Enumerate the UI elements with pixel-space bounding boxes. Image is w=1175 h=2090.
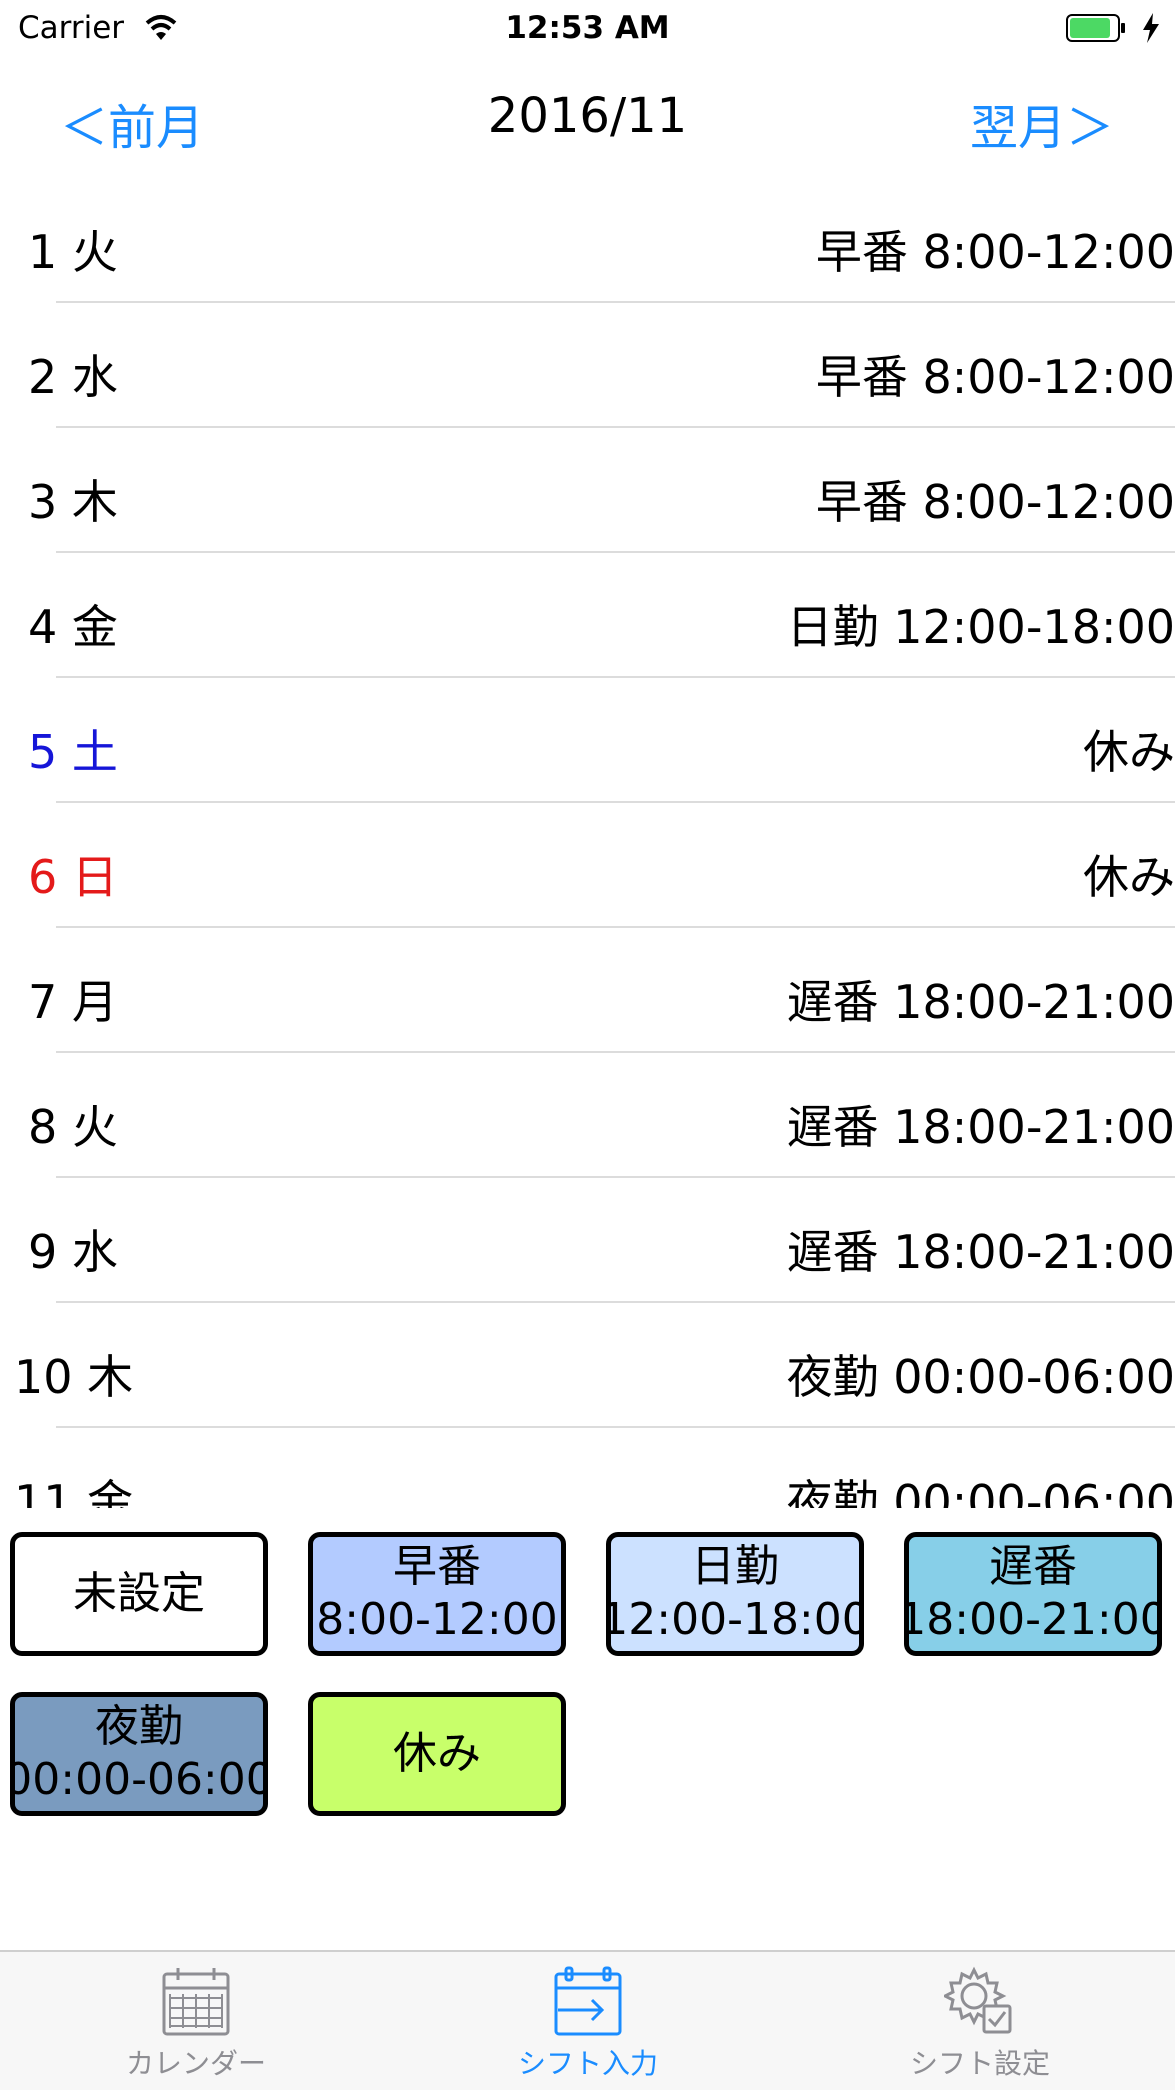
day-label: 3 木 <box>28 475 118 529</box>
tab-calendar[interactable]: カレンダー <box>0 1952 392 2090</box>
shift-button-off[interactable]: 休み <box>308 1692 566 1816</box>
shift-button-late[interactable]: 遅番 18:00-21:00 <box>904 1532 1162 1656</box>
shift-button-name: 未設定 <box>73 1567 205 1619</box>
day-row[interactable]: 6 日 休み <box>0 803 1175 928</box>
day-label: 11 金 <box>14 1475 134 1508</box>
status-time: 12:53 AM <box>505 10 670 46</box>
day-row[interactable]: 11 金 夜勤 00:00-06:00 <box>0 1428 1175 1508</box>
shift-label: 休み <box>1083 850 1175 904</box>
shift-label: 早番 8:00-12:00 <box>815 475 1175 529</box>
day-label-saturday: 5 土 <box>28 725 118 779</box>
shift-button-name: 日勤 <box>691 1541 779 1593</box>
battery-icon <box>1066 14 1125 42</box>
shift-button-time: 00:00-06:00 <box>10 1754 268 1805</box>
shift-label: 夜勤 00:00-06:00 <box>786 1475 1175 1508</box>
shift-button-day[interactable]: 日勤 12:00-18:00 <box>606 1532 864 1656</box>
day-label-sunday: 6 日 <box>28 850 118 904</box>
shift-button-time: 18:00-21:00 <box>904 1594 1162 1645</box>
day-label: 10 木 <box>14 1350 134 1404</box>
next-month-button[interactable]: 翌月＞ <box>970 88 1114 158</box>
day-row[interactable]: 4 金 日勤 12:00-18:00 <box>0 553 1175 678</box>
shift-button-time: 8:00-12:00 <box>316 1594 558 1645</box>
shift-label: 早番 8:00-12:00 <box>815 350 1175 404</box>
shift-button-early[interactable]: 早番 8:00-12:00 <box>308 1532 566 1656</box>
tab-label: シフト入力 <box>517 2047 658 2080</box>
day-label: 4 金 <box>28 600 118 654</box>
shift-label: 遅番 18:00-21:00 <box>786 975 1175 1029</box>
day-row[interactable]: 2 水 早番 8:00-12:00 <box>0 303 1175 428</box>
day-row[interactable]: 10 木 夜勤 00:00-06:00 <box>0 1303 1175 1428</box>
shift-button-name: 早番 <box>393 1541 481 1593</box>
status-bar: Carrier 12:53 AM <box>0 0 1175 58</box>
day-label: 2 水 <box>28 350 118 404</box>
day-row[interactable]: 9 水 遅番 18:00-21:00 <box>0 1178 1175 1303</box>
day-label: 7 月 <box>28 975 118 1029</box>
calendar-icon <box>162 1968 230 2036</box>
shift-label: 日勤 12:00-18:00 <box>786 600 1175 654</box>
shift-button-time: 12:00-18:00 <box>606 1594 864 1645</box>
calendar-arrow-icon <box>554 1966 622 2036</box>
charging-icon <box>1143 13 1159 43</box>
day-label: 9 水 <box>28 1225 118 1279</box>
tab-shift-input[interactable]: シフト入力 <box>392 1952 784 2090</box>
gear-icon <box>944 1966 1012 2034</box>
shift-day-list[interactable]: 1 火 早番 8:00-12:00 2 水 早番 8:00-12:00 3 木 … <box>0 178 1175 1508</box>
tab-shift-settings[interactable]: シフト設定 <box>784 1952 1175 2090</box>
day-row[interactable]: 3 木 早番 8:00-12:00 <box>0 428 1175 553</box>
tab-label: カレンダー <box>125 2047 266 2080</box>
shift-label: 遅番 18:00-21:00 <box>786 1225 1175 1279</box>
shift-button-night[interactable]: 夜勤 00:00-06:00 <box>10 1692 268 1816</box>
shift-label: 遅番 18:00-21:00 <box>786 1100 1175 1154</box>
shift-button-name: 夜勤 <box>95 1701 183 1753</box>
shift-button-unset[interactable]: 未設定 <box>10 1532 268 1656</box>
day-label: 1 火 <box>28 225 118 279</box>
shift-label: 休み <box>1083 725 1175 779</box>
tab-bar: カレンダー シフト入力 シフト設定 <box>0 1950 1175 2090</box>
shift-label: 早番 8:00-12:00 <box>815 225 1175 279</box>
shift-button-name: 休み <box>393 1727 481 1779</box>
day-row[interactable]: 8 火 遅番 18:00-21:00 <box>0 1053 1175 1178</box>
day-row[interactable]: 1 火 早番 8:00-12:00 <box>0 178 1175 303</box>
day-row[interactable]: 5 土 休み <box>0 678 1175 803</box>
month-navigation: ＜前月 2016/11 翌月＞ <box>0 60 1175 178</box>
tab-label: シフト設定 <box>909 2047 1050 2080</box>
shift-label: 夜勤 00:00-06:00 <box>786 1350 1175 1404</box>
day-row[interactable]: 7 月 遅番 18:00-21:00 <box>0 928 1175 1053</box>
shift-button-name: 遅番 <box>989 1541 1077 1593</box>
day-label: 8 火 <box>28 1100 118 1154</box>
